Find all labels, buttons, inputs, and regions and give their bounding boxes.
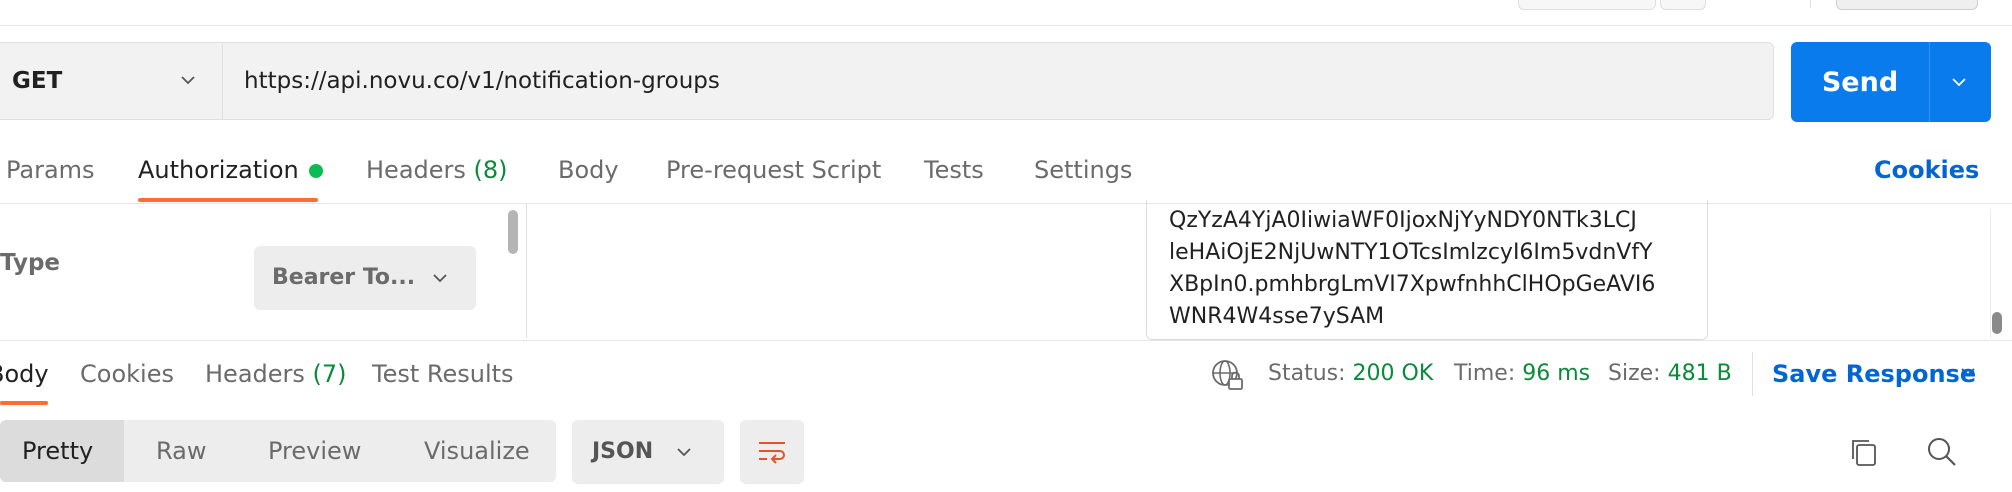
tab-params[interactable]: Params: [6, 150, 95, 190]
active-dot-icon: [308, 164, 323, 178]
toolbar-separator: [1810, 0, 1811, 8]
token-text: QzYzA4YjA0IiwiaWF0IjoxNjYyNDY0NTk3LCJ le…: [1169, 205, 1709, 333]
left-panel-scrollbar[interactable]: [508, 210, 518, 254]
size-value: 481 B: [1667, 361, 1732, 386]
size-label: Size:: [1608, 361, 1661, 386]
response-tab-cookies[interactable]: Cookies: [80, 354, 174, 394]
tab-body[interactable]: Body: [558, 150, 619, 190]
response-tab-headers-label: Headers: [205, 360, 305, 388]
token-line: leHAiOjE2NjUwNTY1OTcsImlzcyI6Im5vdnVfY: [1169, 240, 1653, 265]
status-label: Status:: [1268, 361, 1346, 386]
environment-selector-fragment[interactable]: [1836, 0, 1978, 10]
tab-headers-label: Headers: [366, 156, 466, 184]
chevron-down-icon: [181, 76, 195, 85]
method-divider: [222, 42, 223, 120]
toolbar-button-fragment[interactable]: [1518, 0, 1656, 10]
format-label: JSON: [592, 439, 654, 464]
tabs-divider: [0, 203, 2012, 204]
view-mode-pretty[interactable]: Pretty: [22, 420, 93, 482]
time-value: 96 ms: [1522, 361, 1591, 386]
time-label: Time:: [1454, 361, 1516, 386]
response-tab-body[interactable]: Body: [0, 354, 49, 394]
token-line: WNR4W4sse7ySAM: [1169, 304, 1385, 329]
tab-headers[interactable]: Headers (8): [366, 150, 508, 190]
toolbar-button-fragment[interactable]: [1660, 0, 1706, 10]
chevron-down-icon[interactable]: [1960, 364, 1976, 380]
cookies-link[interactable]: Cookies: [1874, 150, 1979, 190]
response-time[interactable]: Time: 96 ms: [1454, 354, 1590, 394]
view-mode-preview[interactable]: Preview: [268, 420, 361, 482]
token-line: QzYzA4YjA0IiwiaWF0IjoxNjYyNDY0NTk3LCJ: [1169, 208, 1637, 233]
status-separator: [1752, 352, 1753, 396]
view-mode-raw[interactable]: Raw: [156, 420, 206, 482]
tab-authorization-label: Authorization: [138, 156, 299, 184]
response-active-tab-indicator: [0, 401, 48, 405]
top-divider: [0, 25, 2012, 26]
network-globe-lock-icon[interactable]: [1210, 358, 1244, 392]
headers-count: (8): [473, 156, 508, 184]
method-label: GET: [12, 68, 63, 94]
tab-pre-request-script[interactable]: Pre-request Script: [666, 150, 881, 190]
view-mode-visualize[interactable]: Visualize: [424, 420, 530, 482]
response-divider[interactable]: [0, 340, 2012, 341]
wrap-lines-icon: [759, 442, 785, 464]
url-input[interactable]: https://api.novu.co/v1/notification-grou…: [244, 42, 720, 120]
response-tab-headers[interactable]: Headers (7): [205, 354, 347, 394]
tab-settings[interactable]: Settings: [1034, 150, 1132, 190]
chevron-down-icon: [433, 274, 447, 283]
chevron-down-icon: [677, 448, 691, 457]
tab-tests[interactable]: Tests: [924, 150, 984, 190]
auth-panel-divider: [526, 204, 527, 338]
tab-authorization[interactable]: Authorization: [138, 150, 323, 190]
right-panel-scrollbar[interactable]: [1992, 312, 2002, 334]
response-headers-count: (7): [312, 360, 347, 388]
send-button[interactable]: Send: [1791, 42, 1929, 122]
auth-type-label: Type: [0, 250, 61, 276]
send-divider: [1929, 42, 1930, 122]
response-tab-test-results[interactable]: Test Results: [372, 354, 514, 394]
right-scroll-track: [1990, 210, 1991, 338]
status-value: 200 OK: [1352, 361, 1434, 386]
auth-type-value: Bearer To...: [272, 265, 416, 290]
token-line: XBpIn0.pmhbrgLmVI7XpwfnhhClHOpGeAVI6: [1169, 272, 1656, 297]
send-options-chevron-icon[interactable]: [1951, 74, 1967, 90]
save-response-button[interactable]: Save Response: [1772, 354, 1976, 394]
response-size[interactable]: Size: 481 B: [1608, 354, 1732, 394]
search-icon[interactable]: [1924, 434, 1960, 470]
response-status[interactable]: Status: 200 OK: [1268, 354, 1433, 394]
active-tab-indicator: [138, 198, 318, 202]
copy-icon[interactable]: [1848, 436, 1882, 470]
